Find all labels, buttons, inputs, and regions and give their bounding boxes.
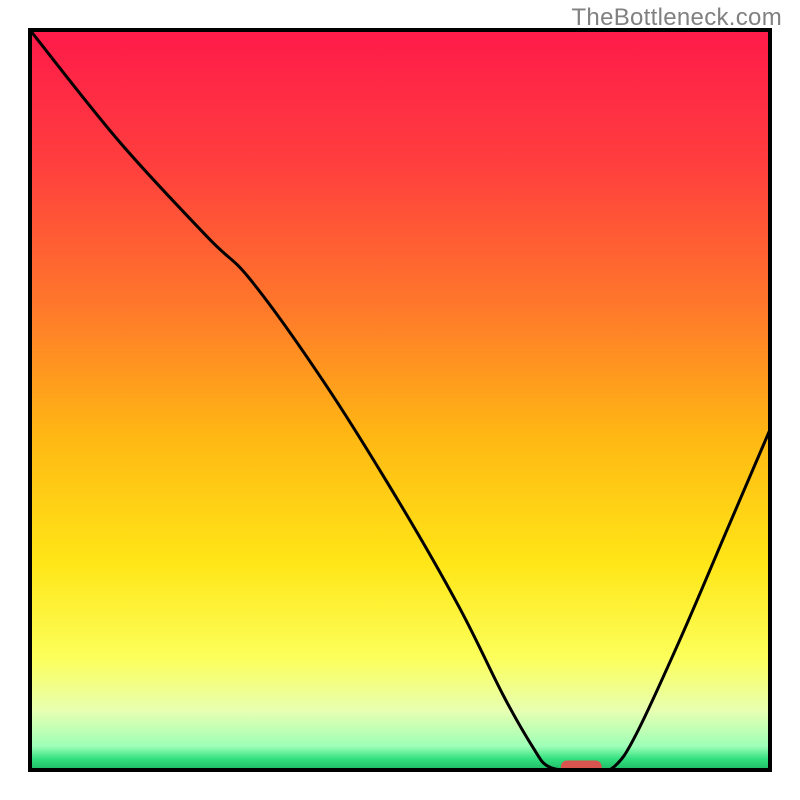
chart-canvas (0, 0, 800, 800)
gradient-background (30, 30, 770, 770)
bottleneck-chart: TheBottleneck.com (0, 0, 800, 800)
plot-area (30, 30, 770, 774)
watermark-text: TheBottleneck.com (571, 4, 782, 32)
